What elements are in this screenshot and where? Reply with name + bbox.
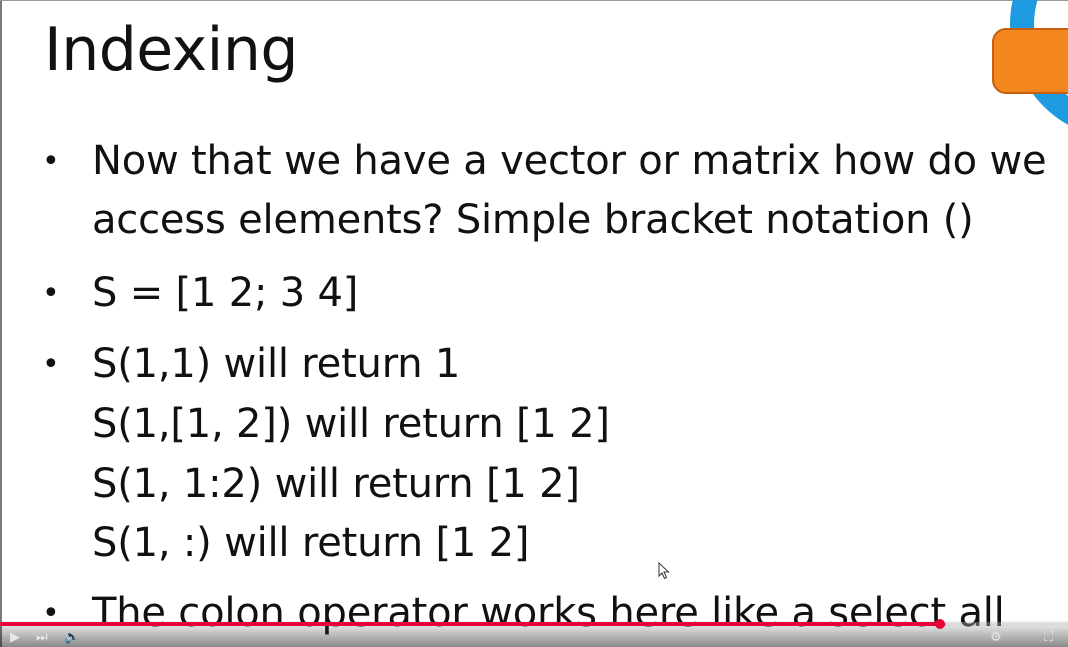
progress-handle[interactable]	[934, 619, 945, 629]
progress-bar[interactable]	[0, 619, 1068, 629]
bullet-2-line-1: S = [1 2; 3 4]	[92, 270, 359, 316]
volume-icon[interactable]: 🔈	[64, 631, 80, 645]
mouse-cursor-icon	[658, 562, 670, 580]
frame-border-top	[0, 0, 1068, 1]
play-icon[interactable]: ▶	[10, 631, 20, 645]
decorative-orange-shape	[992, 28, 1068, 94]
settings-icon[interactable]: ⚙	[990, 631, 1002, 645]
bullet-3-line-4: S(1, :) will return [1 2]	[92, 520, 530, 566]
fullscreen-icon[interactable]: ⛶	[1044, 631, 1053, 645]
bullet-marker: •	[42, 347, 60, 382]
bullet-3-line-2: S(1,[1, 2]) will return [1 2]	[92, 401, 610, 447]
bullet-marker: •	[42, 276, 60, 311]
slide-title: Indexing	[44, 15, 298, 85]
frame-border-left	[0, 0, 2, 647]
bullet-3-line-3: S(1, 1:2) will return [1 2]	[92, 461, 580, 507]
bullet-3-line-1: S(1,1) will return 1	[92, 341, 461, 387]
progress-played	[0, 622, 940, 626]
bullet-1-line-2: access elements? Simple bracket notation…	[92, 197, 974, 243]
bullet-marker: •	[42, 144, 60, 179]
bullet-1-line-1: Now that we have a vector or matrix how …	[92, 138, 1047, 184]
next-icon[interactable]: ⏭	[36, 631, 48, 645]
video-viewport[interactable]: Indexing • Now that we have a vector or …	[0, 0, 1068, 647]
